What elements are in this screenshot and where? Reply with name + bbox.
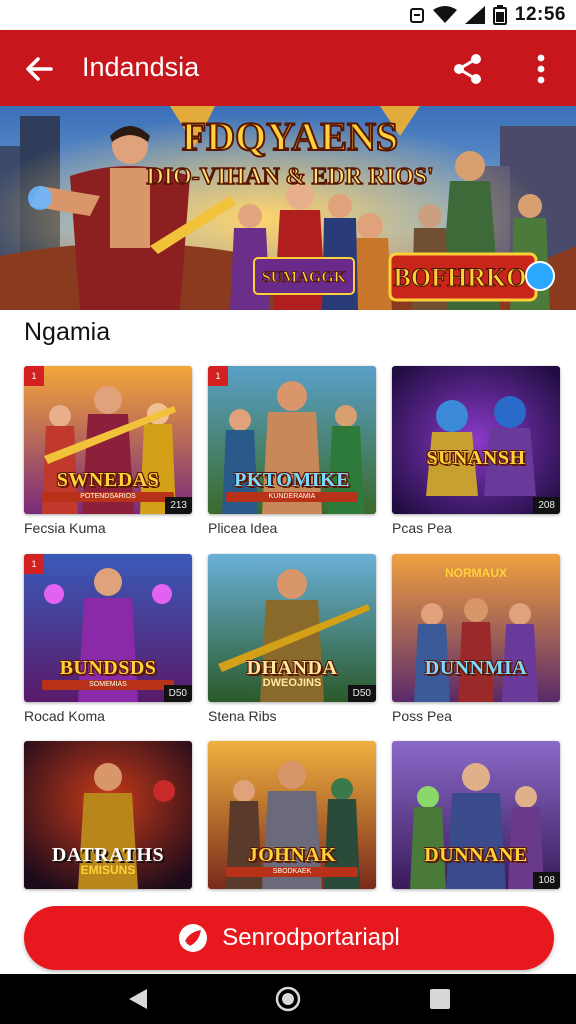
nav-recents-icon [430, 989, 450, 1009]
game-thumbnail[interactable]: DUNNANE 108 [392, 741, 560, 889]
corner-flag: 1 [24, 554, 44, 574]
corner-badge: 213 [165, 497, 192, 514]
game-art-title: DUNNANE [424, 844, 528, 866]
share-button[interactable] [446, 48, 490, 90]
game-thumbnail[interactable]: DATRATHS EMISUNS [24, 741, 192, 889]
battery-icon [492, 5, 507, 25]
corner-badge: 108 [533, 872, 560, 889]
game-art-title: SUNANSH [426, 447, 526, 469]
more-vert-icon [537, 54, 545, 84]
game-card[interactable]: DATRATHS EMISUNS [24, 741, 192, 889]
game-thumbnail[interactable]: JOHNAK SBODKAEK [208, 741, 376, 889]
status-bar: 12:56 [0, 0, 576, 30]
game-art-title: DUNNMIA [424, 657, 528, 679]
corner-flag: 1 [208, 366, 228, 386]
game-card[interactable]: JOHNAK SBODKAEK [208, 741, 376, 889]
nav-home-button[interactable] [268, 983, 308, 1015]
game-art-subtitle: KUNDERAMIA [226, 492, 358, 502]
corner-badge: D50 [347, 685, 376, 702]
game-art-subtitle: NORMAUX [445, 566, 507, 580]
game-card[interactable]: DUNNANE 108 [392, 741, 560, 889]
back-button[interactable] [18, 48, 60, 90]
dnd-icon [409, 8, 424, 23]
game-art-subtitle: SBODKAEK [226, 867, 358, 877]
game-thumbnail[interactable]: 1 SWNEDAS POTENDSARIOS 213 [24, 366, 192, 514]
banner-subtitle: DIO-VIHAN & EDR RIOS' [146, 164, 433, 190]
game-card[interactable]: 1 BUNDSDS SOMEMIAS D50 Rocad Koma [24, 554, 192, 724]
featured-banner[interactable]: FDQYAENS DIO-VIHAN & EDR RIOS' SUMAGGK B… [0, 106, 576, 310]
system-nav-bar [0, 974, 576, 1024]
game-thumbnail[interactable]: NORMAUX DUNNMIA [392, 554, 560, 702]
game-card[interactable]: SUNANSH 208 Pcas Pea [392, 366, 560, 536]
share-icon [454, 54, 481, 84]
game-thumbnail[interactable]: DHANDA DWEOJINS D50 [208, 554, 376, 702]
corner-badge: 208 [533, 497, 560, 514]
game-art-subtitle: DWEOJINS [262, 677, 322, 689]
back-arrow-icon [26, 57, 53, 81]
game-card[interactable]: NORMAUX DUNNMIA Poss Pea [392, 554, 560, 724]
game-label: Pcas Pea [392, 520, 452, 536]
cta-button[interactable]: Senrodportariapl [24, 906, 554, 970]
wifi-icon [432, 6, 457, 23]
banner-title: FDQYAENS [182, 114, 398, 159]
game-card[interactable]: 1 SWNEDAS POTENDSARIOS 213 Fecsia Kuma [24, 366, 192, 536]
game-label: Stena Ribs [208, 708, 277, 724]
game-art-title: PKTOMIKE [234, 469, 350, 491]
app-title: Indandsia [82, 52, 200, 82]
game-art-title: SWNEDAS [56, 469, 160, 491]
game-card[interactable]: 1 PKTOMIKE KUNDERAMIA Plicea Idea [208, 366, 376, 536]
signal-icon [464, 6, 485, 24]
status-icons: 12:56 [409, 4, 566, 26]
game-art-subtitle: EMISUNS [80, 863, 136, 877]
game-art-subtitle: SOMEMIAS [42, 680, 174, 690]
nav-home-icon [275, 986, 301, 1012]
game-label: Plicea Idea [208, 520, 278, 536]
game-label: Fecsia Kuma [24, 520, 106, 536]
nav-recents-button[interactable] [420, 983, 460, 1015]
game-thumbnail[interactable]: 1 BUNDSDS SOMEMIAS D50 [24, 554, 192, 702]
more-options-button[interactable] [520, 48, 562, 90]
nav-back-icon [129, 989, 147, 1009]
game-art-title: BUNDSDS [59, 657, 157, 679]
banner-logo-right: BOFHRKO [394, 263, 527, 292]
rocket-icon [179, 924, 208, 952]
cta-bar: Senrodportariapl [0, 896, 576, 974]
corner-flag: 1 [24, 366, 44, 386]
game-label: Poss Pea [392, 708, 452, 724]
game-art-title: JOHNAK [247, 844, 337, 866]
game-card[interactable]: DHANDA DWEOJINS D50 Stena Ribs [208, 554, 376, 724]
status-time: 12:56 [514, 4, 566, 25]
cta-label: Senrodportariapl [222, 924, 400, 951]
game-art-subtitle: POTENDSARIOS [42, 492, 174, 502]
banner-art: FDQYAENS DIO-VIHAN & EDR RIOS' SUMAGGK B… [0, 106, 576, 310]
section-title: Ngamia [24, 318, 111, 346]
game-thumbnail[interactable]: 1 PKTOMIKE KUNDERAMIA [208, 366, 376, 514]
nav-back-button[interactable] [118, 983, 158, 1015]
app-bar: Indandsia [0, 30, 576, 106]
game-label: Rocad Koma [24, 708, 105, 724]
banner-logo-left: SUMAGGK [262, 269, 347, 286]
corner-badge: D50 [163, 685, 192, 702]
game-thumbnail[interactable]: SUNANSH 208 [392, 366, 560, 514]
